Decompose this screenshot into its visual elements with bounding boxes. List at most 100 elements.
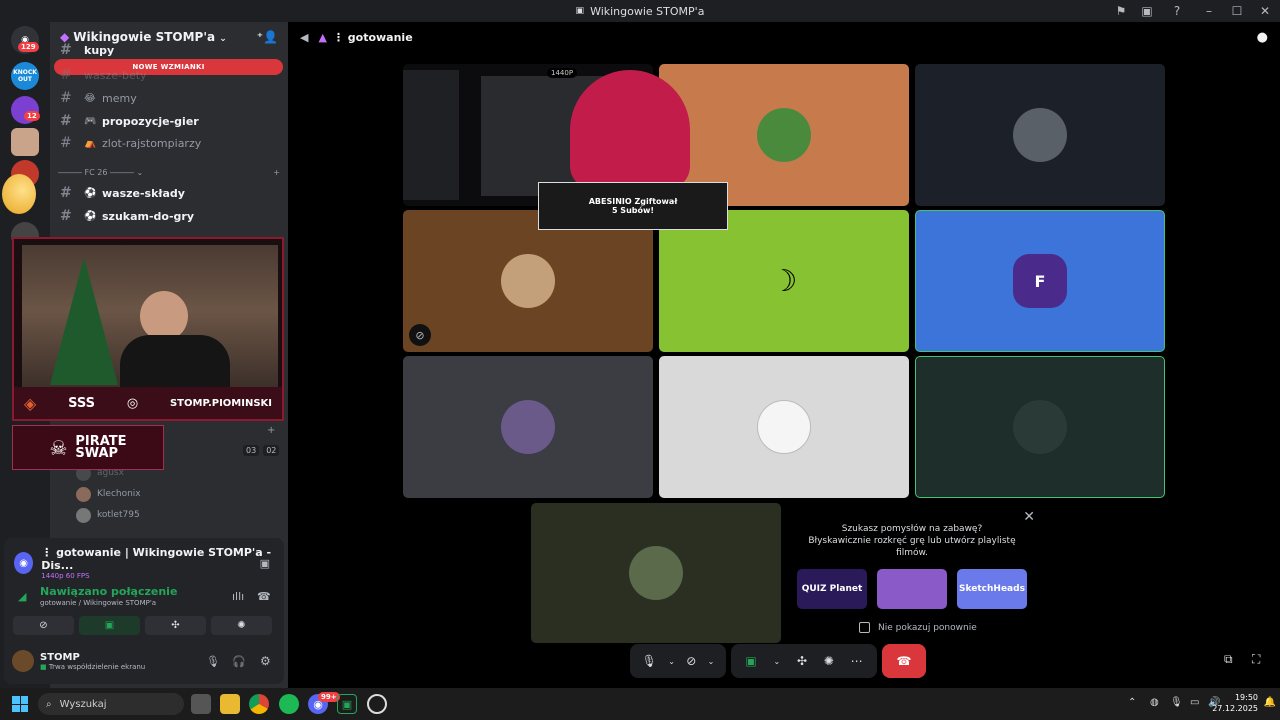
channel-szukam-do-gry[interactable]: # ⚽ szukam-do-gry — [60, 205, 280, 227]
participant-tile[interactable] — [659, 356, 909, 498]
avatar — [629, 546, 683, 600]
voice-user[interactable]: Klechonix ■ — [76, 484, 276, 504]
channel-name: wasze-bety — [84, 68, 147, 82]
obs-icon[interactable] — [367, 694, 387, 714]
avatar[interactable] — [12, 650, 34, 672]
discord-app-icon: ▣ — [575, 6, 585, 16]
windows-start-icon[interactable] — [12, 696, 28, 712]
participant-tile[interactable]: F — [915, 210, 1165, 352]
disconnect-icon[interactable]: ☎ — [257, 590, 271, 603]
category-fc26[interactable]: ――― FC 26 ――― ⌄ + — [58, 168, 280, 177]
webcam-overlay: ◈ SSS ◎ STOMP.PIOMINSKI — [12, 237, 284, 421]
avatar — [757, 108, 811, 162]
chevron-down-icon[interactable]: ⌄ — [773, 657, 780, 666]
task-view-icon[interactable] — [191, 694, 211, 714]
connection-status: Nawiązano połączenie — [40, 585, 178, 598]
channel-zlot-rajstompiarzy[interactable]: # ⛺ zlot-rajstompiarzy — [60, 132, 280, 154]
webcam-banner: ◈ SSS ◎ STOMP.PIOMINSKI — [14, 387, 282, 419]
soundboard-icon[interactable]: ✺ — [824, 654, 834, 668]
sketch-heads-activity[interactable]: SketchHeads — [957, 569, 1027, 609]
game-activity[interactable] — [877, 569, 947, 609]
instagram-icon: ◎ — [126, 395, 139, 411]
minimize-button[interactable]: – — [1194, 0, 1224, 22]
pirate-swap-logo: ☠ PIRATE SWAP — [12, 425, 164, 470]
dont-show-again[interactable]: Nie pokazuj ponownie — [859, 622, 977, 633]
participant-tile[interactable] — [915, 356, 1165, 498]
emoji-icon: ⛺ — [84, 137, 97, 149]
logo-icon: SSS — [68, 395, 96, 411]
hangup-button[interactable]: ☎ — [882, 644, 926, 678]
headphones-icon[interactable]: 🎧 — [232, 655, 246, 668]
quiz-planet-activity[interactable]: QUIZ Planet — [797, 569, 867, 609]
camera-off-button[interactable]: ⊘ — [13, 616, 74, 635]
file-explorer-icon[interactable] — [220, 694, 240, 714]
activities-icon[interactable]: ✣ — [797, 654, 807, 668]
maximize-button[interactable]: ☐ — [1224, 0, 1250, 22]
inbox-icon[interactable]: ⚑ — [1108, 0, 1134, 22]
more-icon[interactable]: ⋯ — [851, 654, 863, 668]
promo-line2: Błyskawicznie rozkręć grę lub utwórz pla… — [808, 536, 1016, 546]
chevron-up-icon[interactable]: ⌃ — [1128, 697, 1136, 708]
soundboard-icon: ✺ — [237, 620, 246, 631]
clock-time: 19:50 — [1234, 693, 1258, 702]
screen-share-icon[interactable]: ▣ — [745, 654, 756, 668]
avatar — [501, 254, 555, 308]
title-bar: ▣ Wikingowie STOMP'a ⚑ ▣ ? – ☐ ✕ — [0, 0, 1280, 22]
channel-wasze-bety[interactable]: # wasze-bety — [60, 64, 280, 86]
server-icon[interactable] — [11, 128, 39, 156]
participant-tile[interactable]: ☽ — [659, 210, 909, 352]
channel-memy[interactable]: # 😂 memy — [60, 87, 280, 109]
channel-name: wasze-składy — [102, 186, 185, 200]
dont-show-label: Nie pokazuj ponownie — [878, 622, 977, 633]
microphone-tray-icon[interactable]: 🎙 — [1170, 697, 1183, 708]
server-icon[interactable]: KNOCK OUT — [11, 62, 39, 90]
popout-icon[interactable]: ⧉ — [1224, 652, 1233, 667]
add-member-icon[interactable]: ⁺👤 — [257, 30, 278, 44]
settings-icon[interactable]: ⚙ — [260, 654, 271, 668]
chat-icon[interactable]: ● — [1257, 30, 1268, 45]
close-button[interactable]: ✕ — [1250, 0, 1280, 22]
speaker-icon: ◀ — [300, 30, 309, 44]
channel-name: propozycje-gier — [102, 114, 199, 128]
person-image — [140, 291, 188, 341]
microphone-icon[interactable]: 🎙 — [642, 654, 657, 668]
chevron-down-icon[interactable]: ⌄ — [708, 657, 715, 666]
search-box[interactable]: ⌕ Wyszukaj — [38, 693, 184, 715]
screen-share-icon: ▣ — [104, 620, 115, 631]
emoji-icon: ⚽ — [84, 187, 97, 199]
activity-promo: ✕ Szukasz pomysłów na zabawę? Błyskawicz… — [787, 505, 1037, 645]
spotify-icon[interactable] — [279, 694, 299, 714]
add-channel-icon[interactable]: + — [273, 168, 280, 177]
checkbox[interactable] — [859, 622, 870, 633]
screen-share-button[interactable]: ▣ — [79, 616, 140, 635]
avatar — [1013, 108, 1067, 162]
search-icon: ⌕ — [46, 698, 52, 710]
participant-tile[interactable] — [915, 64, 1165, 206]
stop-stream-icon[interactable]: ▣ — [260, 557, 270, 570]
chevron-down-icon[interactable]: ⌄ — [668, 657, 675, 666]
chrome-icon[interactable] — [249, 694, 269, 714]
noise-suppression-icon[interactable]: ıllı — [232, 590, 244, 603]
voice-user[interactable]: kotlet795 — [76, 505, 276, 525]
help-icon[interactable]: ? — [1160, 0, 1194, 22]
network-icon[interactable]: ◍ — [1150, 697, 1159, 708]
channel-kupy[interactable]: # kupy — [60, 43, 280, 57]
channel-propozycje-gier[interactable]: # 🎮 propozycje-gier — [60, 110, 280, 132]
notification-icon[interactable]: 🔔 — [1264, 697, 1276, 708]
clock[interactable]: 19:50 27.12.2025 — [1212, 692, 1258, 714]
fullscreen-icon[interactable]: ⛶ — [1252, 652, 1260, 667]
add-icon[interactable]: + — [267, 425, 275, 436]
soundboard-button[interactable]: ✺ — [211, 616, 272, 635]
clock-date: 27.12.2025 — [1212, 704, 1258, 713]
activities-button[interactable]: ✣ — [145, 616, 206, 635]
participant-tile[interactable]: ⊘ — [403, 210, 653, 352]
app-icon[interactable]: ▣ — [337, 694, 357, 714]
participant-tile[interactable] — [403, 356, 653, 498]
user-panel: STOMP ■ Trwa współdzielenie ekranu 🎙 🎧 ⚙ — [12, 650, 278, 672]
participant-tile[interactable] — [531, 503, 781, 643]
display-icon[interactable]: ▭ — [1190, 697, 1199, 708]
channel-wasze-sklady[interactable]: # ⚽ wasze-składy — [60, 182, 280, 204]
microphone-icon[interactable]: 🎙 — [206, 655, 220, 668]
camera-off-icon[interactable]: ⊘ — [686, 654, 696, 668]
stream-icon[interactable]: ▣ — [1134, 0, 1160, 22]
